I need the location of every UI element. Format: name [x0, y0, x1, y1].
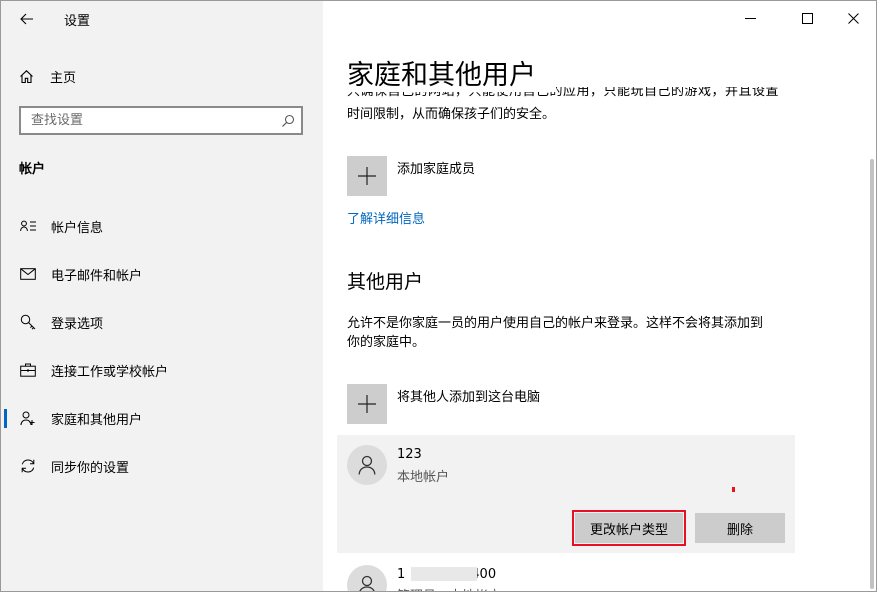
user-name: 123	[397, 447, 422, 462]
user-avatar-icon	[347, 445, 387, 485]
main-content: 家庭和其他用户 只确保自己的网站，只能使用自己的应用，只能玩自己的游戏，并且设置…	[323, 1, 876, 591]
sidebar-item-label: 连接工作或学校帐户	[51, 364, 169, 380]
search-box[interactable]	[19, 106, 303, 135]
sidebar-item-label: 电子邮件和帐户	[51, 268, 143, 284]
sidebar-item-email[interactable]: 电子邮件和帐户	[1, 256, 323, 292]
sidebar-item-sign-in-options[interactable]: 登录选项	[1, 304, 323, 340]
sidebar-item-label: 登录选项	[51, 316, 104, 332]
search-input[interactable]	[21, 113, 275, 128]
sidebar-item-sync[interactable]: 同步你的设置	[1, 448, 323, 484]
back-button[interactable]	[9, 5, 45, 33]
sidebar-item-label: 家庭和其他用户	[51, 412, 143, 428]
home-icon	[20, 69, 33, 83]
other-users-desc-line1: 允许不是你家庭一员的用户使用自己的帐户来登录。这样不会将其添加到	[347, 316, 764, 331]
settings-window: 设置 主页 帐户 帐户信息 电子邮件和帐户	[0, 0, 877, 592]
learn-more-link[interactable]: 了解详细信息	[347, 208, 425, 227]
user-account-type: 本地帐户	[397, 470, 450, 485]
add-family-member-label: 添加家庭成员	[397, 162, 476, 177]
close-button[interactable]	[830, 5, 876, 31]
add-other-user-label: 将其他人添加到这台电脑	[397, 390, 541, 405]
family-desc: 时间限制，从而确保孩子们的安全。	[347, 107, 556, 122]
plus-icon	[347, 156, 387, 196]
other-users-desc-line2: 你的家庭中。	[347, 335, 426, 350]
cursor-marker	[732, 487, 735, 492]
sidebar-item-label: 帐户信息	[51, 220, 104, 236]
change-account-type-button[interactable]: 更改帐户类型	[572, 510, 686, 546]
back-arrow-icon	[20, 13, 33, 25]
mail-icon	[19, 268, 37, 280]
sidebar: 设置 主页 帐户 帐户信息 电子邮件和帐户	[1, 1, 323, 591]
sidebar-item-home[interactable]: 主页	[19, 65, 76, 87]
add-family-member-button[interactable]: 添加家庭成员	[347, 156, 475, 196]
sync-icon	[19, 458, 37, 474]
family-icon	[19, 411, 37, 426]
delete-user-button[interactable]: 删除	[695, 513, 785, 543]
app-title: 设置	[64, 14, 91, 29]
page-title: 家庭和其他用户	[347, 53, 556, 92]
sidebar-item-family[interactable]: 家庭和其他用户	[1, 400, 323, 436]
scrollbar[interactable]	[870, 159, 874, 589]
key-icon	[19, 314, 37, 330]
user-card-123[interactable]: 123 本地帐户 更改帐户类型 删除	[337, 435, 795, 553]
user-card-second[interactable]: 1400 管理员 - 本地帐户	[337, 561, 795, 591]
user-avatar-icon	[347, 565, 387, 591]
add-other-user-button[interactable]: 将其他人添加到这台电脑	[347, 384, 540, 424]
account-info-icon	[19, 220, 37, 232]
plus-icon	[347, 384, 387, 424]
sidebar-item-home-label: 主页	[50, 70, 77, 86]
maximize-button[interactable]	[784, 5, 830, 31]
user-account-type: 管理员 - 本地帐户	[397, 585, 501, 591]
briefcase-icon	[19, 363, 37, 377]
close-icon	[847, 12, 859, 24]
maximize-icon	[801, 12, 813, 24]
section-label-accounts: 帐户	[19, 162, 46, 177]
user-name-start: 1	[397, 567, 406, 582]
sidebar-item-label: 同步你的设置	[51, 460, 130, 476]
minimize-icon	[744, 17, 756, 19]
redaction-block	[411, 567, 477, 581]
minimize-button[interactable]	[727, 5, 773, 31]
other-users-heading: 其他用户	[347, 271, 424, 293]
sidebar-item-work-school[interactable]: 连接工作或学校帐户	[1, 352, 323, 388]
sidebar-item-account-info[interactable]: 帐户信息	[1, 208, 323, 244]
search-icon[interactable]	[275, 114, 301, 128]
